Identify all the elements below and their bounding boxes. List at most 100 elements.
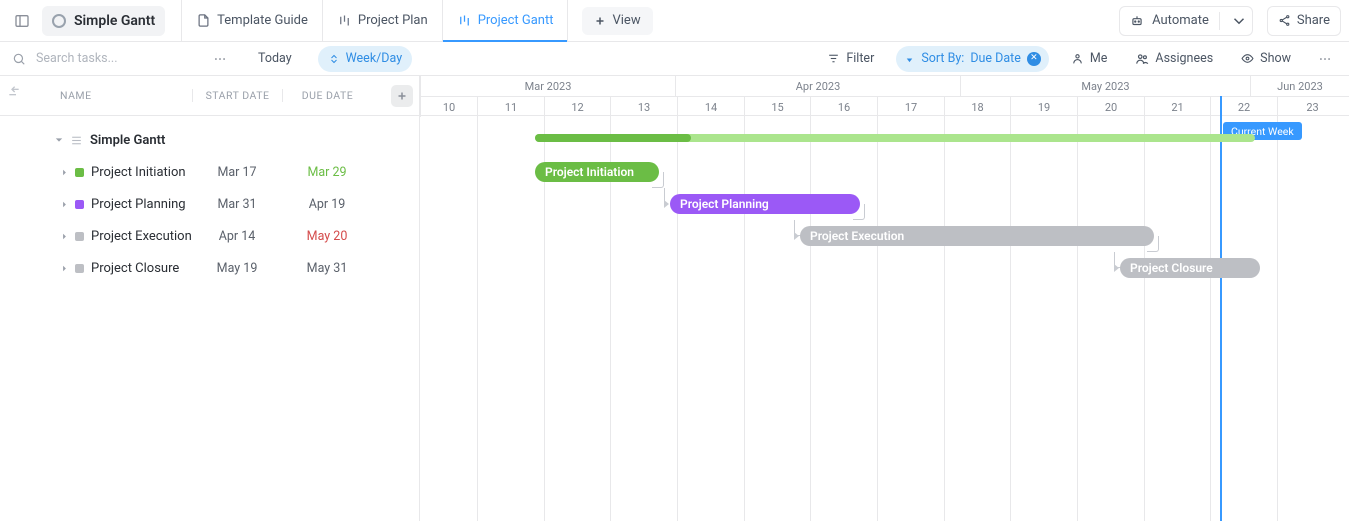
timeline-week: 17	[877, 97, 944, 117]
task-row[interactable]: Project Initiation Mar 17 Mar 29	[0, 156, 419, 188]
task-panel: Name Start Date Due Date Simple Gantt	[0, 76, 420, 521]
task-name: Simple Gantt	[90, 133, 165, 148]
automate-button[interactable]: Automate	[1119, 6, 1253, 36]
gantt-bar[interactable]: Project Execution	[800, 226, 1154, 246]
ellipsis-icon	[213, 52, 227, 66]
task-name: Project Initiation	[91, 165, 186, 180]
col-due[interactable]: Due Date	[282, 89, 372, 102]
timeline-month: Apr 2023	[675, 76, 960, 96]
cell-due[interactable]: Mar 29	[282, 165, 372, 180]
add-view-label: View	[612, 13, 640, 28]
col-start[interactable]: Start Date	[192, 89, 282, 102]
clear-sort-button[interactable]: ✕	[1027, 52, 1041, 66]
collapse-panel-icon[interactable]	[8, 7, 36, 35]
tab-label: Template Guide	[217, 13, 308, 28]
expand-toggle[interactable]	[60, 200, 68, 208]
tab-template-guide[interactable]: Template Guide	[181, 0, 323, 42]
expand-icon	[328, 53, 340, 65]
expand-toggle[interactable]	[60, 168, 68, 176]
sort-prefix: Sort By:	[921, 51, 964, 66]
timeline-week: 12	[544, 97, 610, 117]
search-wrap	[12, 50, 192, 67]
status-swatch	[75, 232, 84, 241]
cell-start[interactable]: Mar 31	[192, 197, 282, 212]
toolbar: Today Week/Day Filter Sort By: Due Date …	[0, 42, 1349, 76]
cell-start[interactable]: Apr 14	[192, 229, 282, 244]
timeline-month: Mar 2023	[420, 76, 675, 96]
task-row-parent[interactable]: Simple Gantt	[0, 124, 419, 156]
expand-toggle[interactable]	[60, 264, 68, 272]
cell-start[interactable]: May 19	[192, 261, 282, 276]
gantt-bar[interactable]: Project Closure	[1120, 258, 1260, 278]
people-icon	[1135, 52, 1149, 66]
timeline[interactable]: Mar 2023Apr 2023May 2023Jun 2023 1011121…	[420, 76, 1349, 521]
cell-due[interactable]: May 20	[282, 229, 372, 244]
task-name: Project Execution	[91, 229, 192, 244]
search-input[interactable]	[34, 50, 154, 67]
timeline-week: 15	[744, 97, 810, 117]
status-swatch	[75, 264, 84, 273]
sort-pill[interactable]: Sort By: Due Date ✕	[896, 46, 1049, 72]
task-row[interactable]: Project Planning Mar 31 Apr 19	[0, 188, 419, 220]
zoom-range-pill[interactable]: Week/Day	[318, 46, 412, 72]
col-name[interactable]: Name	[0, 89, 192, 102]
share-button[interactable]: Share	[1267, 6, 1341, 36]
task-row[interactable]: Project Closure May 19 May 31	[0, 252, 419, 284]
tab-label: Project Plan	[358, 13, 428, 28]
filter-button[interactable]: Filter	[821, 47, 880, 70]
list-status-circle-icon	[52, 14, 66, 28]
plus-icon	[396, 90, 408, 102]
robot-icon	[1130, 14, 1144, 28]
automate-label: Automate	[1152, 13, 1209, 28]
gantt-bar[interactable]: Project Initiation	[535, 162, 659, 182]
plus-icon	[594, 15, 606, 27]
status-swatch	[75, 168, 84, 177]
assignees-button[interactable]: Assignees	[1129, 47, 1219, 70]
task-name: Project Closure	[91, 261, 179, 276]
timeline-week: 19	[1010, 97, 1077, 117]
task-row[interactable]: Project Execution Apr 14 May 20	[0, 220, 419, 252]
timeline-week: 11	[477, 97, 544, 117]
tab-project-gantt[interactable]: Project Gantt	[443, 0, 569, 42]
timeline-month: Jun 2023	[1250, 76, 1349, 96]
summary-progress	[535, 134, 691, 142]
timeline-week: 23	[1277, 97, 1347, 117]
zoom-range-label: Week/Day	[346, 51, 402, 66]
timeline-week: 16	[810, 97, 877, 117]
share-icon	[1278, 14, 1291, 27]
me-label: Me	[1090, 51, 1108, 66]
add-view-button[interactable]: View	[582, 7, 652, 35]
tab-project-plan[interactable]: Project Plan	[323, 0, 443, 42]
add-column-button[interactable]	[391, 85, 413, 107]
toolbar-more-button[interactable]	[1313, 47, 1337, 71]
collapse-toggle[interactable]	[55, 136, 63, 144]
cell-due[interactable]: May 31	[282, 261, 372, 276]
timeline-week: 13	[610, 97, 677, 117]
expand-toggle[interactable]	[60, 232, 68, 240]
timeline-rows: Project Initiation Project Planning Proj…	[420, 116, 1349, 284]
sort-down-icon	[904, 53, 915, 64]
status-swatch	[75, 200, 84, 209]
me-filter-button[interactable]: Me	[1065, 47, 1114, 70]
filter-icon	[827, 52, 840, 65]
view-tabs: Template Guide Project Plan Project Gant…	[181, 0, 568, 42]
show-button[interactable]: Show	[1235, 47, 1297, 70]
timeline-header: Mar 2023Apr 2023May 2023Jun 2023 1011121…	[420, 76, 1349, 116]
timeline-week: 20	[1077, 97, 1144, 117]
gantt-bar[interactable]: Project Planning	[670, 194, 860, 214]
tab-label: Project Gantt	[478, 13, 554, 28]
timeline-week: 10	[420, 97, 477, 117]
top-tab-bar: Simple Gantt Template Guide Project Plan…	[0, 0, 1349, 42]
today-button[interactable]: Today	[248, 47, 302, 70]
timeline-week: 18	[944, 97, 1010, 117]
sort-field: Due Date	[970, 51, 1021, 66]
list-name: Simple Gantt	[74, 13, 155, 29]
person-icon	[1071, 52, 1084, 65]
cell-due[interactable]: Apr 19	[282, 197, 372, 212]
list-chip[interactable]: Simple Gantt	[42, 6, 165, 36]
cell-start[interactable]: Mar 17	[192, 165, 282, 180]
search-options-button[interactable]	[208, 47, 232, 71]
assignees-label: Assignees	[1155, 51, 1213, 66]
task-rows: Simple Gantt Project Initiation Mar 17 M…	[0, 116, 419, 284]
eye-icon	[1241, 52, 1254, 65]
